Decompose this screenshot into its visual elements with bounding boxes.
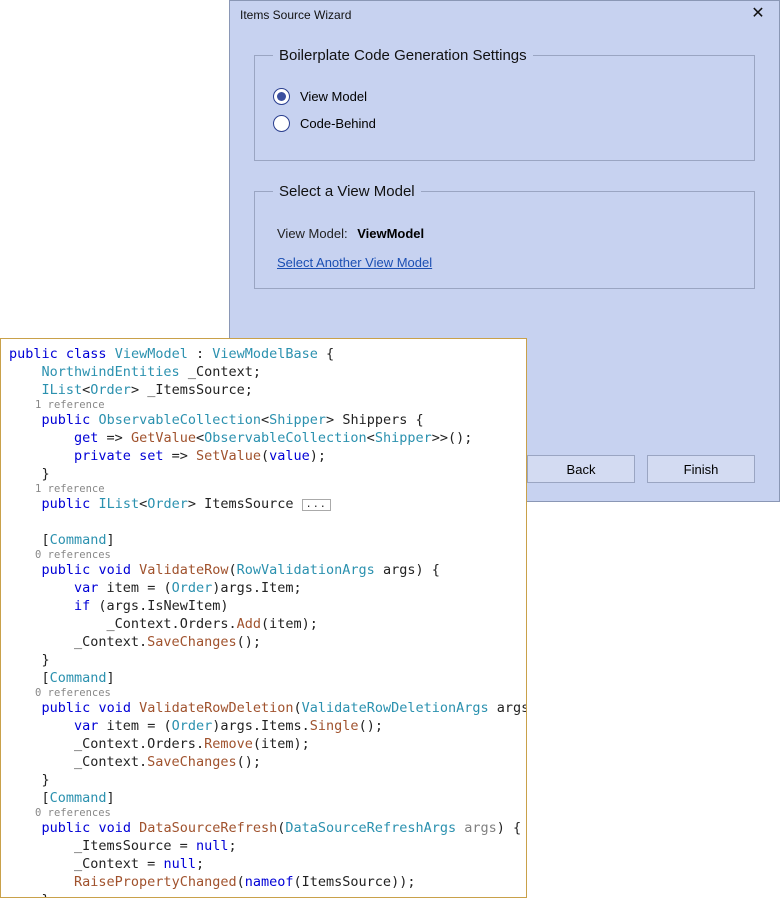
close-icon[interactable]: ✕ [743,5,773,25]
radio-view-model[interactable]: View Model [273,88,736,105]
dialog-body: Boilerplate Code Generation Settings Vie… [230,29,779,289]
dialog-titlebar: Items Source Wizard ✕ [230,1,779,29]
radio-label: Code-Behind [300,116,376,131]
boilerplate-legend: Boilerplate Code Generation Settings [273,47,533,64]
finish-button[interactable]: Finish [647,455,755,483]
boilerplate-fieldset: Boilerplate Code Generation Settings Vie… [254,47,755,161]
radio-icon [273,88,290,105]
viewmodel-value: ViewModel [357,226,424,241]
radio-icon [273,115,290,132]
select-viewmodel-fieldset: Select a View Model View Model: ViewMode… [254,183,755,289]
select-viewmodel-legend: Select a View Model [273,183,421,200]
dialog-buttons: Back Finish [527,455,755,483]
dialog-title: Items Source Wizard [240,8,743,22]
radio-label: View Model [300,89,367,104]
radio-code-behind[interactable]: Code-Behind [273,115,736,132]
back-button[interactable]: Back [527,455,635,483]
select-another-viewmodel-link[interactable]: Select Another View Model [277,255,432,270]
viewmodel-line: View Model: ViewModel [277,226,736,241]
viewmodel-label: View Model: [277,226,348,241]
code-editor[interactable]: public class ViewModel : ViewModelBase {… [0,338,527,898]
